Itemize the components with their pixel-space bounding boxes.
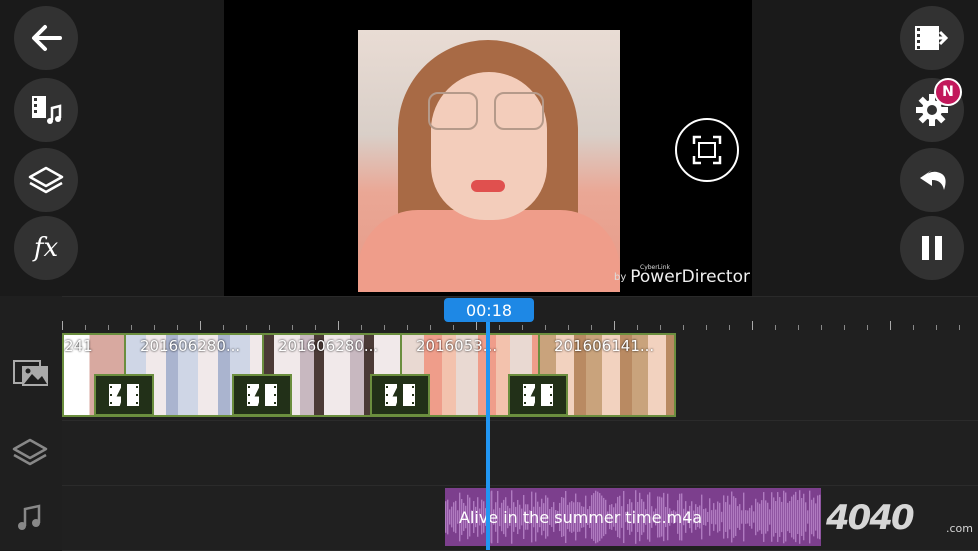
clip-label: 201606280... [278, 337, 379, 355]
logo-text: 4040 [826, 498, 915, 538]
layers-button[interactable] [14, 148, 78, 212]
watermark-cyberlink: CyberLink [640, 264, 670, 271]
fullscreen-icon [692, 135, 722, 165]
fullscreen-button[interactable] [675, 118, 739, 182]
produce-export-icon [915, 26, 949, 50]
music-track-icon [18, 504, 41, 530]
undo-icon [920, 170, 946, 190]
video-track-icon [13, 360, 48, 386]
undo-button[interactable] [900, 148, 964, 212]
ruler-corner [0, 296, 62, 330]
playhead[interactable] [486, 318, 490, 550]
clip-label: 241 [64, 337, 93, 355]
produce-button[interactable] [900, 6, 964, 70]
current-time-badge[interactable]: 00:18 [444, 298, 534, 322]
powerdirector-watermark: CyberLink by PowerDirector [598, 262, 752, 292]
transition-button[interactable] [370, 374, 430, 416]
transition-icon [247, 382, 277, 408]
watermark-by: by [614, 271, 627, 283]
back-arrow-icon [32, 25, 62, 51]
back-button[interactable] [14, 6, 78, 70]
new-badge: N [934, 78, 962, 106]
fx-icon: fx [33, 233, 59, 263]
preview-frame-image [358, 30, 620, 292]
transition-button[interactable] [508, 374, 568, 416]
effects-button[interactable]: fx [14, 216, 78, 280]
pause-button[interactable] [900, 216, 964, 280]
clip-label: 2016053... [416, 337, 498, 355]
clip-label: 201606141... [554, 337, 655, 355]
logo-suffix: .com [946, 522, 973, 535]
transition-icon [109, 382, 139, 408]
overlay-track-icon [12, 438, 48, 466]
audio-clip[interactable]: Alive in the summer time.m4a [445, 488, 821, 546]
audio-clip-label: Alive in the summer time.m4a [459, 508, 703, 527]
site-logo: 4040 .com [826, 498, 974, 542]
layers-icon [28, 166, 64, 194]
transition-icon [385, 382, 415, 408]
transition-button[interactable] [232, 374, 292, 416]
media-music-icon [32, 96, 62, 124]
media-library-button[interactable] [14, 78, 78, 142]
clip-label: 201606280... [140, 337, 241, 355]
overlay-track[interactable] [62, 421, 978, 486]
pause-icon [922, 236, 942, 260]
transition-button[interactable] [94, 374, 154, 416]
transition-icon [523, 382, 553, 408]
